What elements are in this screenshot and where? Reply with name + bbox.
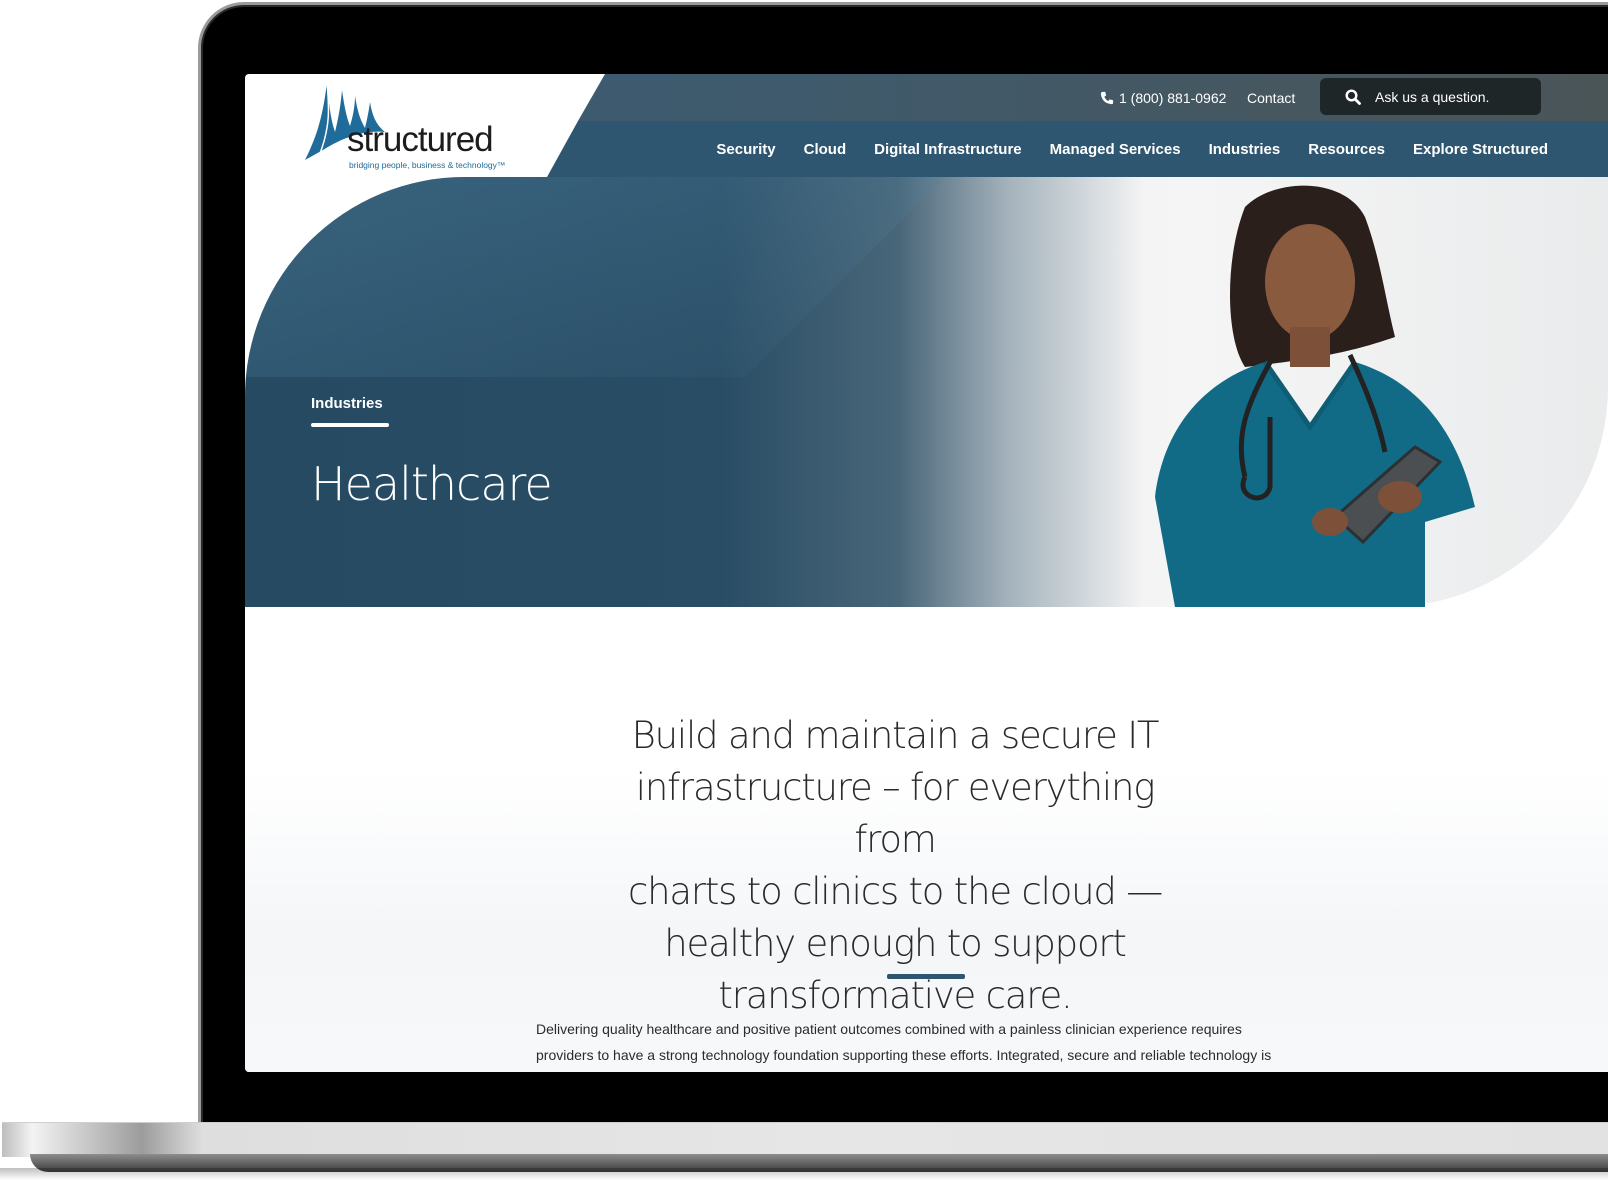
logo[interactable]: structured bridging people, business & t…: [305, 76, 525, 174]
nav-item-cloud[interactable]: Cloud: [790, 141, 861, 158]
phone-number: 1 (800) 881-0962: [1119, 89, 1227, 106]
search-input[interactable]: Ask us a question.: [1320, 78, 1541, 115]
laptop-shadow: [0, 1168, 1608, 1180]
logo-wordmark: structured: [347, 120, 494, 159]
primary-nav: Security Cloud Digital Infrastructure Ma…: [702, 121, 1548, 177]
intro-paragraph: Delivering quality healthcare and positi…: [536, 1016, 1316, 1068]
laptop-base: [2, 1122, 1608, 1157]
paragraph-line: Delivering quality healthcare and positi…: [536, 1021, 1242, 1037]
nav-item-resources[interactable]: Resources: [1294, 141, 1399, 158]
section-divider: [887, 974, 965, 979]
nav-item-managed-services[interactable]: Managed Services: [1036, 141, 1195, 158]
contact-link[interactable]: Contact: [1247, 74, 1295, 121]
phone-link[interactable]: 1 (800) 881-0962: [1100, 74, 1226, 121]
hero-eyebrow[interactable]: Industries: [311, 395, 383, 412]
nav-item-security[interactable]: Security: [702, 141, 789, 158]
browser-screen: structured bridging people, business & t…: [245, 74, 1608, 1072]
nav-item-industries[interactable]: Industries: [1195, 141, 1295, 158]
lead-line: healthy enough to support: [664, 922, 1127, 965]
phone-icon: [1100, 91, 1114, 104]
site-header: structured bridging people, business & t…: [245, 74, 1608, 177]
nav-item-explore-structured[interactable]: Explore Structured: [1399, 141, 1548, 158]
paragraph-line: providers to have a strong technology fo…: [536, 1047, 1272, 1063]
page-title: Healthcare: [311, 457, 553, 511]
hero-banner: Industries Healthcare: [245, 177, 1608, 607]
eyebrow-underline: [311, 423, 389, 427]
lead-line: Build and maintain a secure IT: [631, 714, 1160, 757]
search-icon: [1345, 88, 1361, 105]
lead-line: charts to clinics to the cloud —: [627, 870, 1163, 913]
logo-tagline: bridging people, business & technology™: [349, 160, 506, 170]
nav-item-digital-infrastructure[interactable]: Digital Infrastructure: [860, 141, 1036, 158]
lead-line: infrastructure – for everything from: [635, 766, 1156, 861]
search-placeholder: Ask us a question.: [1375, 88, 1490, 105]
